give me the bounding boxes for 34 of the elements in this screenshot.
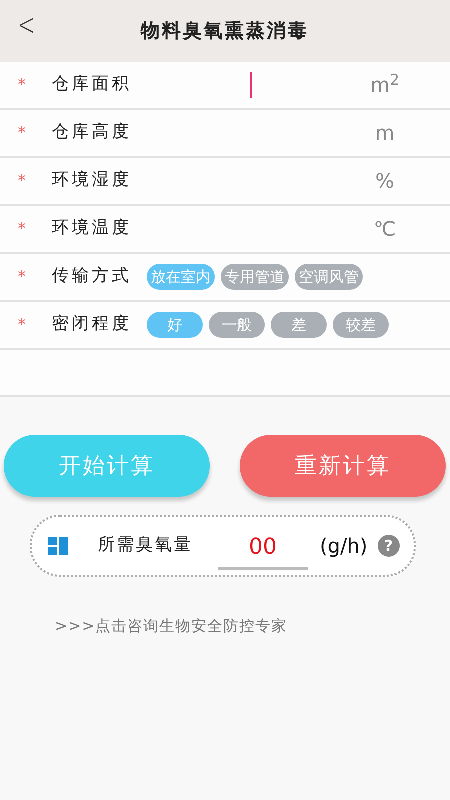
start-button[interactable]: 开始计算 [4, 435, 210, 497]
page-title: 物料臭氧熏蒸消毒 [141, 18, 309, 44]
reset-button[interactable]: 重新计算 [240, 435, 446, 497]
required-mark: * [18, 314, 27, 336]
field-label: 仓库面积 [52, 73, 133, 96]
help-button[interactable]: ? [378, 535, 400, 557]
option-chip[interactable]: 放在室内 [147, 264, 215, 290]
option-chip[interactable]: 专用管道 [221, 264, 289, 290]
unit-label: ℃ [372, 216, 398, 243]
result-unit: (g/h) [320, 533, 368, 560]
required-mark: * [18, 218, 27, 240]
required-mark: * [18, 170, 27, 192]
required-mark: * [18, 266, 27, 288]
required-mark: * [18, 74, 27, 96]
grid-icon [48, 537, 68, 555]
unit-label: m$^{2}$ [369, 70, 401, 99]
back-button[interactable]: < [14, 10, 40, 42]
option-chip[interactable]: 好 [147, 312, 203, 338]
option-chip[interactable]: 空调风管 [295, 264, 363, 290]
unit-label: % [374, 168, 396, 195]
field-label: 传输方式 [52, 265, 133, 288]
field-label: 密闭程度 [52, 313, 133, 336]
option-chip[interactable]: 较差 [333, 312, 389, 338]
unit-label: m [374, 120, 396, 147]
result-value: 00 [218, 528, 308, 570]
option-chip[interactable]: 差 [271, 312, 327, 338]
field-label: 环境温度 [52, 217, 133, 240]
consult-link[interactable]: >>>点击咨询生物安全防控专家 [55, 615, 288, 638]
field-label: 仓库高度 [52, 121, 133, 144]
required-mark: * [18, 122, 27, 144]
option-chip[interactable]: 一般 [209, 312, 265, 338]
field-label: 环境湿度 [52, 169, 133, 192]
text-cursor[interactable] [250, 72, 252, 98]
result-label: 所需臭氧量 [98, 534, 194, 558]
